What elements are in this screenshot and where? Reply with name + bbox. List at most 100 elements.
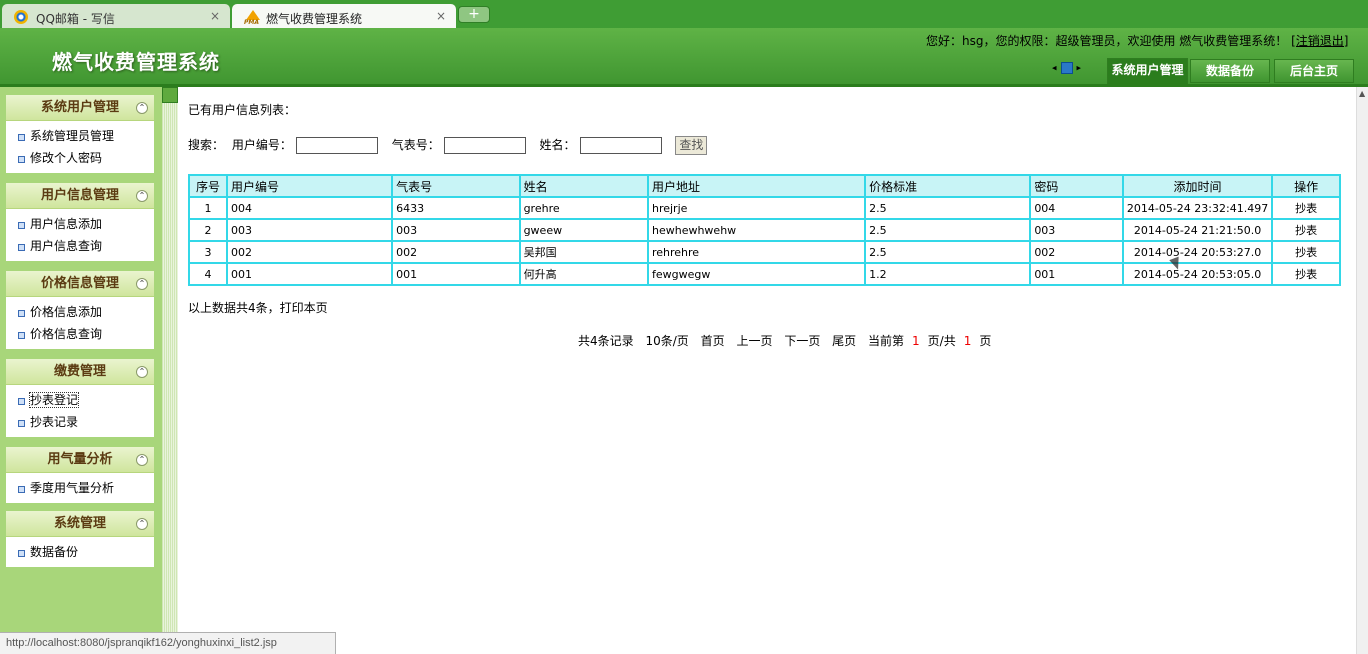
- sidebar-toggle-icon[interactable]: [162, 87, 178, 103]
- nav-data-backup[interactable]: 数据备份: [1190, 59, 1270, 83]
- sidebar-group-header[interactable]: 系统用户管理 ⌃: [6, 95, 154, 121]
- sidebar-item-price-query[interactable]: 价格信息查询: [18, 323, 154, 345]
- table-cell: fewgwegw: [647, 263, 866, 285]
- list-title: 已有用户信息列表：: [188, 103, 297, 117]
- sidebar-group-header[interactable]: 系统管理 ⌃: [6, 511, 154, 537]
- meter-reading-link[interactable]: 抄表: [1272, 241, 1340, 263]
- search-button[interactable]: 查找: [675, 136, 708, 155]
- chrome-icon: [14, 10, 28, 24]
- sidebar-group-user-info: 用户信息管理 ⌃ 用户信息添加 用户信息查询: [6, 183, 154, 261]
- arrow-right-icon[interactable]: ▸: [1077, 64, 1082, 74]
- pager-first[interactable]: 首页: [701, 334, 725, 348]
- col-header: 操作: [1272, 175, 1340, 197]
- name-input[interactable]: [579, 137, 662, 154]
- table-cell: 002: [226, 241, 393, 263]
- pager-current: 当前第 1 页/共 1 页: [868, 334, 992, 348]
- meter-no-label: 气表号：: [391, 138, 440, 152]
- pager-prev[interactable]: 上一页: [736, 334, 772, 348]
- col-header: 用户编号: [226, 175, 393, 197]
- close-icon[interactable]: ×: [436, 9, 446, 23]
- sidebar-item-user-add[interactable]: 用户信息添加: [18, 213, 154, 235]
- table-row: 3 002 002 吴邦国 rehrehre 2.5 002 2014-05-2…: [189, 241, 1340, 263]
- menu-icon[interactable]: [1060, 62, 1073, 74]
- sidebar-item-meter-records[interactable]: 抄表记录: [18, 411, 154, 433]
- table-cell: 何升高: [519, 263, 648, 285]
- table-cell: 2014-05-24 20:53:27.0: [1122, 241, 1273, 263]
- collapse-icon[interactable]: ⌃: [136, 190, 148, 202]
- search-form: 搜索： 用户编号： 气表号： 姓名： 查找: [188, 136, 708, 155]
- table-cell: 2014-05-24 21:21:50.0: [1122, 219, 1273, 241]
- name-label: 姓名：: [539, 138, 576, 152]
- sidebar-splitter[interactable]: [162, 87, 178, 654]
- sidebar-group-header[interactable]: 缴费管理 ⌃: [6, 359, 154, 385]
- pager-per-page: 10条/页: [645, 334, 689, 348]
- tab-title: QQ邮箱 - 写信: [36, 12, 115, 26]
- browser-tab-qqmail[interactable]: QQ邮箱 - 写信 ×: [2, 4, 230, 28]
- table-cell: 2: [189, 219, 227, 241]
- table-cell: 001: [1030, 263, 1123, 285]
- browser-tab-strip: QQ邮箱 - 写信 × PMA 燃气收费管理系统 × +: [0, 0, 1368, 28]
- table-cell: 4: [189, 263, 227, 285]
- col-header: 密码: [1030, 175, 1123, 197]
- logout-link[interactable]: [注销退出]: [1291, 34, 1348, 48]
- sidebar-group-header[interactable]: 价格信息管理 ⌃: [6, 271, 154, 297]
- nav-scroller: ◂ ▸: [1052, 62, 1081, 74]
- collapse-icon[interactable]: ⌃: [136, 454, 148, 466]
- sidebar-item-price-add[interactable]: 价格信息添加: [18, 301, 154, 323]
- pma-icon: PMA: [244, 10, 262, 26]
- arrow-left-icon[interactable]: ◂: [1052, 64, 1057, 74]
- sidebar-item-quarterly-analysis[interactable]: 季度用气量分析: [18, 477, 154, 499]
- table-row: 2 003 003 gweew hewhewhwehw 2.5 003 2014…: [189, 219, 1340, 241]
- col-header: 用户地址: [647, 175, 866, 197]
- main-content: 已有用户信息列表： 搜索： 用户编号： 气表号： 姓名： 查找 序号 用户编号 …: [178, 87, 1356, 654]
- sidebar-item-admin-management[interactable]: 系统管理员管理: [18, 125, 154, 147]
- meter-reading-link[interactable]: 抄表: [1272, 219, 1340, 241]
- sidebar: 系统用户管理 ⌃ 系统管理员管理 修改个人密码 用户信息管理 ⌃ 用户信息添加 用户…: [0, 87, 162, 654]
- table-cell: hrejrje: [647, 197, 866, 219]
- collapse-icon[interactable]: ⌃: [136, 102, 148, 114]
- table-cell: gweew: [519, 219, 648, 241]
- sidebar-group-payment: 缴费管理 ⌃ 抄表登记 抄表记录: [6, 359, 154, 437]
- table-row: 4 001 001 何升高 fewgwegw 1.2 001 2014-05-2…: [189, 263, 1340, 285]
- sidebar-group-header[interactable]: 用气量分析 ⌃: [6, 447, 154, 473]
- sidebar-group-gas-analysis: 用气量分析 ⌃ 季度用气量分析: [6, 447, 154, 503]
- new-tab-button[interactable]: +: [458, 6, 490, 23]
- sidebar-item-change-password[interactable]: 修改个人密码: [18, 147, 154, 169]
- record-summary[interactable]: 以上数据共4条，打印本页: [188, 299, 328, 316]
- meter-no-input[interactable]: [443, 137, 526, 154]
- browser-tab-gas-system[interactable]: PMA 燃气收费管理系统 ×: [232, 4, 456, 28]
- meter-reading-link[interactable]: 抄表: [1272, 263, 1340, 285]
- collapse-icon[interactable]: ⌃: [136, 366, 148, 378]
- sidebar-item-data-backup[interactable]: 数据备份: [18, 541, 154, 563]
- app-header: 燃气收费管理系统 您好：hsg，您的权限：超级管理员，欢迎使用 燃气收费管理系统…: [0, 28, 1368, 86]
- pager-next[interactable]: 下一页: [784, 334, 820, 348]
- pagination: 共4条记录 10条/页 首页 上一页 下一页 尾页 当前第 1 页/共 1 页: [578, 332, 1007, 349]
- table-cell: 2.5: [865, 241, 1031, 263]
- scroll-up-icon[interactable]: ▲: [1359, 89, 1365, 98]
- user-no-label: 用户编号：: [231, 138, 292, 152]
- close-icon[interactable]: ×: [210, 9, 220, 23]
- table-cell: grehre: [519, 197, 648, 219]
- app-title: 燃气收费管理系统: [52, 50, 220, 74]
- table-cell: 002: [1030, 241, 1123, 263]
- table-cell: 004: [1030, 197, 1123, 219]
- table-cell: 001: [226, 263, 393, 285]
- user-no-input[interactable]: [295, 137, 378, 154]
- table-cell: 1: [189, 197, 227, 219]
- nav-system-user-management[interactable]: 系统用户管理: [1107, 58, 1188, 84]
- vertical-scrollbar[interactable]: ▲: [1356, 87, 1368, 654]
- collapse-icon[interactable]: ⌃: [136, 278, 148, 290]
- table-cell: 002: [392, 241, 520, 263]
- table-cell: 1.2: [865, 263, 1031, 285]
- sidebar-item-user-query[interactable]: 用户信息查询: [18, 235, 154, 257]
- table-cell: 2.5: [865, 197, 1031, 219]
- col-header: 气表号: [392, 175, 520, 197]
- sidebar-item-meter-register[interactable]: 抄表登记: [18, 389, 154, 411]
- sidebar-group-header[interactable]: 用户信息管理 ⌃: [6, 183, 154, 209]
- nav-admin-home[interactable]: 后台主页: [1274, 59, 1354, 83]
- meter-reading-link[interactable]: 抄表: [1272, 197, 1340, 219]
- collapse-icon[interactable]: ⌃: [136, 518, 148, 530]
- table-cell: 003: [392, 219, 520, 241]
- table-cell: 2014-05-24 23:32:41.497: [1122, 197, 1273, 219]
- pager-last[interactable]: 尾页: [832, 334, 856, 348]
